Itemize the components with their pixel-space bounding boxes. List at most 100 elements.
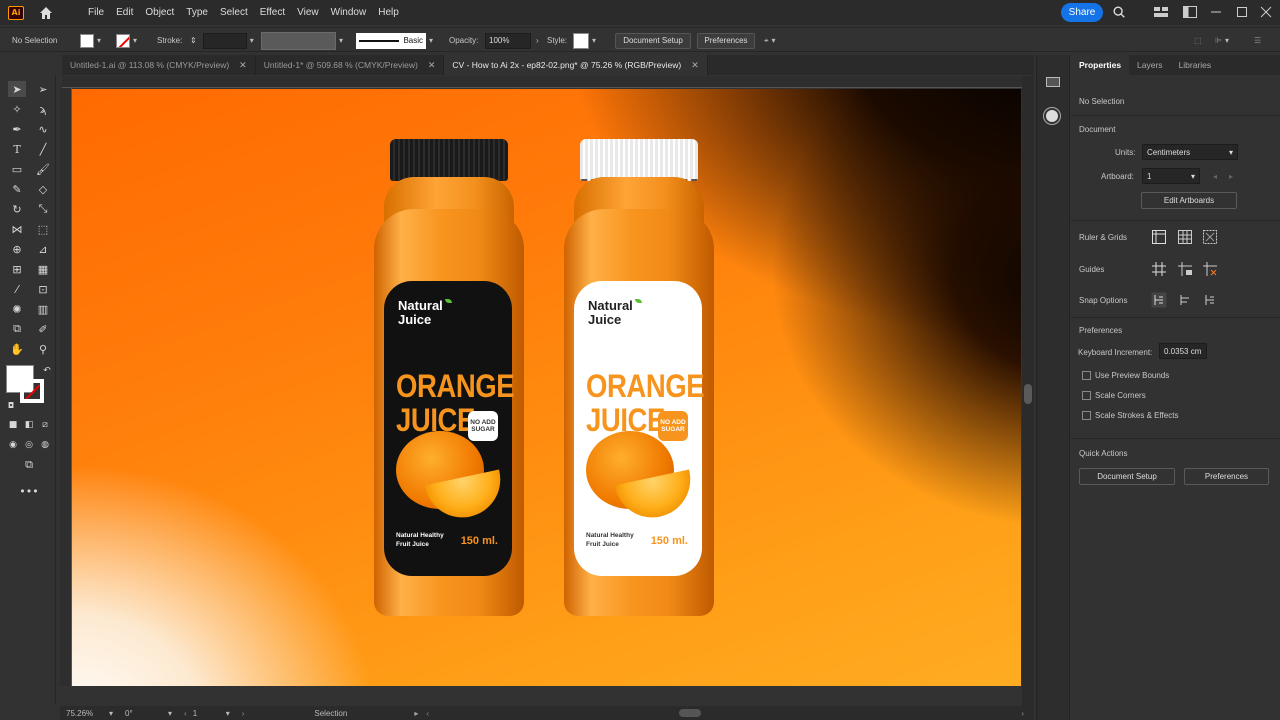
search-icon[interactable] [1111, 5, 1127, 19]
artboard-number[interactable]: 1 [193, 709, 223, 718]
close-window-icon[interactable] [1258, 5, 1274, 19]
tab-properties[interactable]: Properties [1071, 55, 1130, 75]
edit-artboards-button[interactable]: Edit Artboards [1141, 192, 1237, 209]
bottle-black-cap[interactable]: Natural Juice ORANGE JUICE NO ADD SUGAR Nat… [374, 139, 524, 619]
shape-builder-tool-icon[interactable]: ⊕ [8, 241, 26, 257]
document-tab[interactable]: Untitled-1.ai @ 113.08 % (CMYK/Preview) ✕ [62, 55, 256, 75]
chevron-down-icon[interactable]: ▾ [429, 36, 433, 45]
chevron-down-icon[interactable]: ▾ [97, 36, 101, 45]
variable-width-profile[interactable] [261, 31, 336, 50]
free-transform-tool-icon[interactable]: ⬚ [34, 221, 52, 237]
checkbox[interactable] [1082, 391, 1091, 401]
checkbox[interactable] [1082, 371, 1091, 381]
artboard-tool-icon[interactable]: ⧉ [8, 321, 26, 337]
blend-tool-icon[interactable]: ⊡ [34, 281, 52, 297]
next-artboard-icon[interactable]: › [242, 709, 245, 718]
align-icon[interactable]: ⬚ [1194, 28, 1202, 53]
horizontal-ruler[interactable] [62, 76, 1022, 88]
draw-inside-icon[interactable]: ◍ [36, 437, 54, 453]
rotation-value[interactable]: 0° [125, 709, 165, 718]
artboard-canvas[interactable]: Natural Juice ORANGE JUICE NO ADD SUGAR Nat… [72, 89, 1021, 686]
selection-tool-icon[interactable]: ➤ [8, 81, 26, 97]
document-setup-button[interactable]: Document Setup [615, 32, 691, 49]
tab-libraries[interactable]: Libraries [1171, 55, 1220, 75]
more-tools-icon[interactable]: ••• [19, 483, 38, 499]
units-dropdown[interactable]: Centimeters ▾ [1142, 144, 1238, 160]
workspace-icon[interactable] [1153, 5, 1169, 19]
scroll-right-icon[interactable]: › [1021, 709, 1024, 718]
chevron-down-icon[interactable]: ▾ [226, 709, 230, 718]
stroke-color[interactable]: ▾ [116, 28, 137, 53]
status-menu-icon[interactable]: ▸ [414, 709, 418, 718]
stepper-icon[interactable]: ⇕ [190, 36, 197, 45]
chevron-down-icon[interactable]: ▾ [168, 709, 172, 718]
preferences-button[interactable]: Preferences [697, 32, 755, 49]
appearance-panel-icon[interactable] [1046, 110, 1058, 122]
stroke-weight[interactable]: ⇕ ▾ [190, 28, 254, 53]
menu-view[interactable]: View [291, 7, 325, 18]
quick-document-setup-button[interactable]: Document Setup [1079, 468, 1175, 485]
horizontal-scrollbar-thumb[interactable] [679, 709, 702, 717]
direct-selection-tool-icon[interactable]: ➢ [34, 81, 52, 97]
menu-window[interactable]: Window [325, 7, 373, 18]
previous-artboard-icon[interactable]: ◂ [1213, 172, 1217, 181]
chevron-down-icon[interactable]: ▾ [1225, 36, 1229, 45]
zoom-tool-icon[interactable]: ⚲ [34, 341, 52, 357]
use-preview-bounds-checkbox[interactable]: Use Preview Bounds [1082, 371, 1169, 381]
fill-color[interactable]: ▾ [80, 28, 101, 53]
perspective-grid-tool-icon[interactable]: ⊿ [34, 241, 52, 257]
ruler-icon[interactable] [1151, 229, 1167, 245]
stroke-swatch[interactable] [116, 33, 130, 48]
scale-strokes-checkbox[interactable]: Scale Strokes & Effects [1082, 411, 1178, 421]
checkbox[interactable] [1082, 411, 1091, 421]
home-icon[interactable] [38, 5, 54, 21]
stroke-weight-field[interactable] [202, 32, 247, 49]
paintbrush-tool-icon[interactable]: 🖌 [34, 161, 52, 177]
pixel-grid-icon[interactable] [1202, 229, 1218, 245]
properties-panel-icon[interactable] [1046, 77, 1060, 87]
graphic-style-swatch[interactable] [573, 32, 589, 49]
next-artboard-icon[interactable]: ▸ [1229, 172, 1233, 181]
share-button[interactable]: Share [1061, 3, 1103, 22]
close-icon[interactable]: ✕ [239, 60, 247, 71]
menu-file[interactable]: File [82, 7, 110, 18]
chevron-down-icon[interactable]: ▾ [133, 36, 137, 45]
arrange-icon[interactable]: ⌖ ▾ [764, 28, 776, 53]
shaper-tool-icon[interactable]: ✎ [8, 181, 26, 197]
close-icon[interactable]: ✕ [428, 60, 436, 71]
width-tool-icon[interactable]: ⋈ [8, 221, 26, 237]
panel-menu-icon[interactable]: ☰ [1254, 28, 1261, 53]
bottle-white-cap[interactable]: Natural Juice ORANGE JUICE NO ADD SUGAR Nat… [564, 139, 714, 619]
eyedropper-tool-icon[interactable]: ⁄ [8, 281, 26, 297]
chevron-down-icon[interactable]: ▾ [772, 36, 776, 45]
chevron-right-icon[interactable]: › [536, 36, 539, 45]
menu-effect[interactable]: Effect [254, 7, 291, 18]
stroke-box[interactable] [20, 379, 44, 403]
menu-type[interactable]: Type [180, 7, 214, 18]
default-fill-stroke-icon[interactable]: ◘ [2, 397, 20, 413]
artboard-dropdown[interactable]: 1 ▾ [1142, 168, 1200, 184]
screen-mode-icon[interactable]: ⧉ [20, 457, 38, 473]
quick-preferences-button[interactable]: Preferences [1184, 468, 1269, 485]
curvature-tool-icon[interactable]: ∿ [34, 121, 52, 137]
menu-select[interactable]: Select [214, 7, 254, 18]
swap-fill-stroke-icon[interactable]: ↶ [38, 363, 56, 379]
scale-corners-checkbox[interactable]: Scale Corners [1082, 391, 1146, 401]
keyboard-increment-field[interactable]: 0.0353 cm [1159, 343, 1207, 359]
close-icon[interactable]: ✕ [691, 60, 699, 71]
chevron-down-icon[interactable]: ▾ [592, 36, 596, 45]
chevron-down-icon[interactable]: ▾ [109, 709, 113, 718]
gradient-tool-icon[interactable]: ▦ [34, 261, 52, 277]
rectangle-tool-icon[interactable]: ▭ [8, 161, 26, 177]
lock-guides-icon[interactable] [1177, 261, 1193, 277]
vertical-ruler[interactable] [60, 88, 72, 686]
zoom-level[interactable]: 75.26% [66, 709, 106, 718]
fill-swatch[interactable] [80, 33, 94, 48]
previous-artboard-icon[interactable]: ‹ [184, 709, 187, 718]
snap-to-glyph-icon[interactable] [1177, 292, 1193, 308]
menu-edit[interactable]: Edit [110, 7, 139, 18]
column-graph-tool-icon[interactable]: ▥ [34, 301, 52, 317]
distribute-icon[interactable]: ⊫ ▾ [1215, 28, 1229, 53]
grid-icon[interactable] [1177, 229, 1193, 245]
menu-object[interactable]: Object [139, 7, 180, 18]
